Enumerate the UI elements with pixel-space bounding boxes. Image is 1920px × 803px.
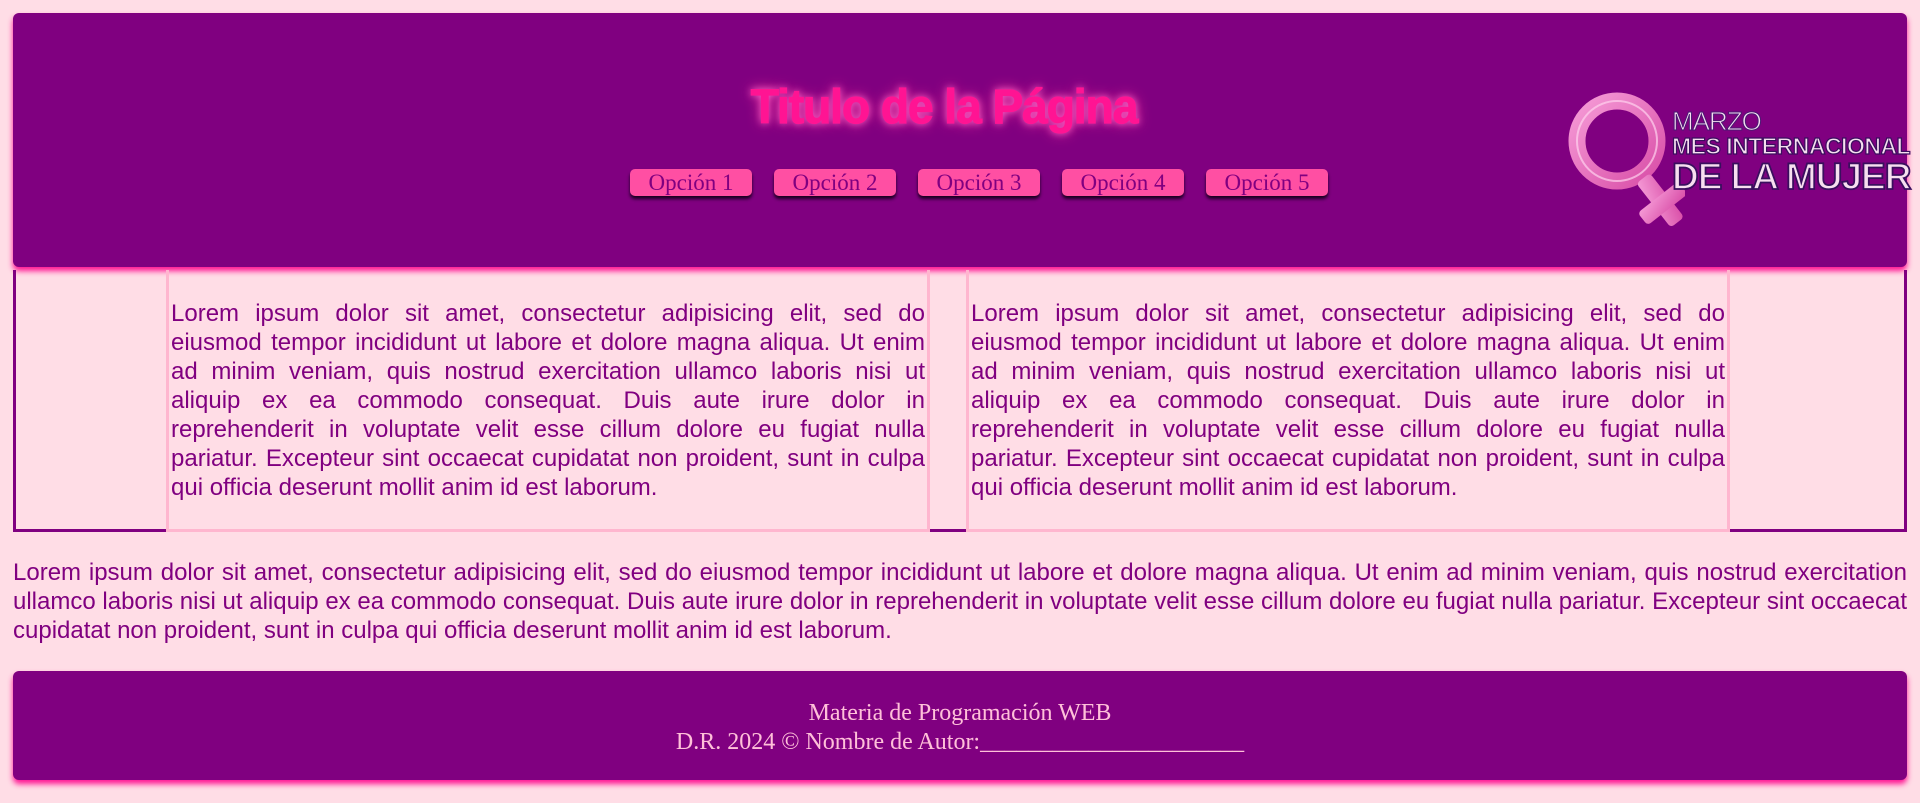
page-footer: Materia de Programación WEB D.R. 2024 © …: [13, 671, 1907, 780]
page-header: Titulo de la Página Opción 1 Opción 2 Op…: [13, 13, 1912, 267]
nav-option-2[interactable]: Opción 2: [774, 169, 896, 196]
nav-option-5[interactable]: Opción 5: [1206, 169, 1328, 196]
womens-month-logo: MARZO MES INTERNACIONAL DE LA MUJER: [1551, 88, 1912, 243]
main-nav: Opción 1 Opción 2 Opción 3 Opción 4 Opci…: [630, 169, 1328, 196]
footer-course: Materia de Programación WEB: [808, 700, 1112, 726]
body-paragraph: Lorem ipsum dolor sit amet, consectetur …: [13, 559, 1907, 644]
female-symbol-icon: [1568, 92, 1685, 226]
content-column-left: Lorem ipsum dolor sit amet, consectetur …: [166, 270, 930, 532]
content-column-right: Lorem ipsum dolor sit amet, consectetur …: [966, 270, 1730, 532]
nav-option-3[interactable]: Opción 3: [918, 169, 1040, 196]
nav-option-1[interactable]: Opción 1: [630, 169, 752, 196]
logo-text-de-la-mujer: DE LA MUJER: [1671, 155, 1912, 198]
footer-copyright: D.R. 2024 © Nombre de Autor:____________…: [675, 729, 1245, 755]
nav-option-4[interactable]: Opción 4: [1062, 169, 1184, 196]
content-section: Lorem ipsum dolor sit amet, consectetur …: [13, 270, 1907, 532]
